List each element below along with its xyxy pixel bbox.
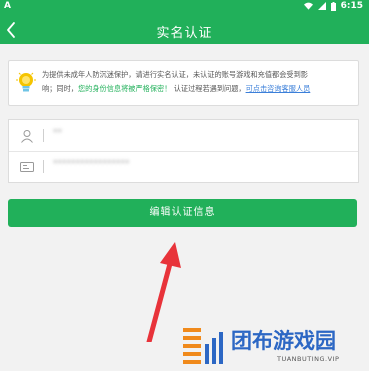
verification-notice: 为提供未成年人防沉迷保护，请进行实名认证，未认证的账号游戏和充值都会受到影 响；… [8, 60, 359, 106]
watermark-subtitle: TUANBUTING.VIP [277, 355, 340, 363]
field-divider [43, 129, 44, 142]
watermark-logo [183, 328, 223, 364]
id-card-icon [20, 162, 34, 172]
identity-form: ** ***************** [8, 119, 359, 183]
id-number-value: ***************** [53, 159, 130, 169]
name-value: ** [53, 128, 62, 138]
person-icon [21, 130, 33, 143]
lightbulb-icon [16, 72, 36, 92]
privacy-highlight: 您的身份信息将被严格保密！ [77, 84, 172, 93]
wifi-icon [303, 2, 313, 10]
status-time: 6:15 [340, 1, 363, 11]
id-number-field[interactable]: ***************** [9, 151, 358, 182]
status-bar: A 6:15 [0, 0, 369, 15]
notice-middle: 认证过程若遇到问题， [171, 84, 246, 93]
contact-support-link[interactable]: 可点击咨询客服人员 [246, 84, 311, 93]
page-title: 实名认证 [156, 26, 213, 41]
edit-verification-button[interactable]: 编辑认证信息 [8, 199, 357, 227]
notice-line-2: 响；同时，您的身份信息将被严格保密！ 认证过程若遇到问题，可点击咨询客服人员 [42, 82, 350, 96]
status-icons: 6:15 [303, 1, 363, 11]
app-bar: 实名认证 [0, 15, 369, 44]
name-field[interactable]: ** [9, 120, 358, 152]
field-divider [43, 160, 44, 173]
signal-icon [317, 2, 326, 10]
site-watermark: 团布游戏园 TUANBUTING.VIP [181, 323, 367, 369]
notice-line-1: 为提供未成年人防沉迷保护，请进行实名认证，未认证的账号游戏和充值都会受到影 [42, 70, 308, 79]
watermark-title: 团布游戏园 [231, 329, 336, 353]
notice-text: 为提供未成年人防沉迷保护，请进行实名认证，未认证的账号游戏和充值都会受到影 响；… [42, 68, 350, 96]
notice-prefix: 响；同时， [42, 84, 78, 93]
battery-icon [330, 1, 336, 11]
app-indicator: A [4, 1, 11, 11]
